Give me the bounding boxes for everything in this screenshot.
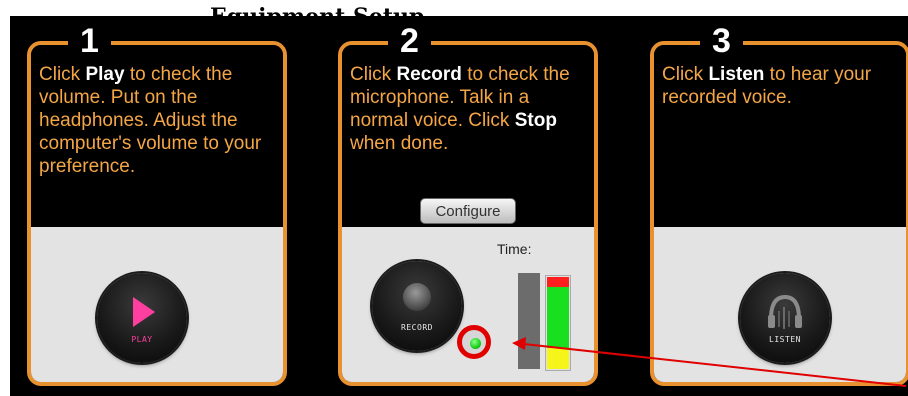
step-number-2: 2 bbox=[388, 24, 431, 58]
step-panel-play: Click Play to check the volume. Put on t… bbox=[27, 41, 287, 386]
page-title: Equipment Setup bbox=[210, 4, 425, 18]
keyword-stop: Stop bbox=[514, 110, 557, 131]
keyword-listen: Listen bbox=[708, 64, 765, 85]
panel-bottom: PLAY bbox=[31, 227, 283, 382]
level-meter-background bbox=[518, 273, 540, 369]
step-panel-listen: Click Listen to hear your recorded voice… bbox=[650, 41, 908, 386]
step-number-1: 1 bbox=[68, 24, 111, 58]
play-icon bbox=[133, 297, 155, 327]
level-meter bbox=[547, 277, 569, 369]
time-label: Time: bbox=[497, 241, 532, 257]
record-button[interactable]: RECORD bbox=[372, 261, 462, 351]
instruction-text: Click Play to check the volume. Put on t… bbox=[39, 64, 262, 177]
keyword-play: Play bbox=[85, 64, 125, 85]
headphones-icon bbox=[768, 294, 802, 329]
instruction-text: Click Record to check the microphone. Ta… bbox=[350, 64, 570, 154]
listen-button-label: LISTEN bbox=[769, 335, 801, 344]
panel-bottom: LISTEN bbox=[654, 227, 906, 382]
panel-top: Click Play to check the volume. Put on t… bbox=[31, 45, 283, 227]
step-panel-record: Click Record to check the microphone. Ta… bbox=[338, 41, 598, 386]
record-button-label: RECORD bbox=[401, 323, 433, 332]
status-led-icon bbox=[470, 338, 481, 349]
listen-button[interactable]: LISTEN bbox=[740, 273, 830, 363]
panel-top: Click Listen to hear your recorded voice… bbox=[654, 45, 906, 227]
keyword-record: Record bbox=[396, 64, 462, 85]
record-dot-icon bbox=[403, 283, 431, 311]
stage: Equipment Setup Click Play to check the … bbox=[10, 4, 908, 396]
instruction-text: Click Listen to hear your recorded voice… bbox=[662, 64, 872, 108]
play-button-label: PLAY bbox=[131, 335, 153, 344]
highlight-circle bbox=[457, 325, 491, 359]
play-button[interactable]: PLAY bbox=[97, 273, 187, 363]
panel-bottom: Time: RECORD bbox=[342, 227, 594, 382]
configure-button[interactable]: Configure bbox=[420, 198, 516, 224]
step-number-3: 3 bbox=[700, 24, 743, 58]
